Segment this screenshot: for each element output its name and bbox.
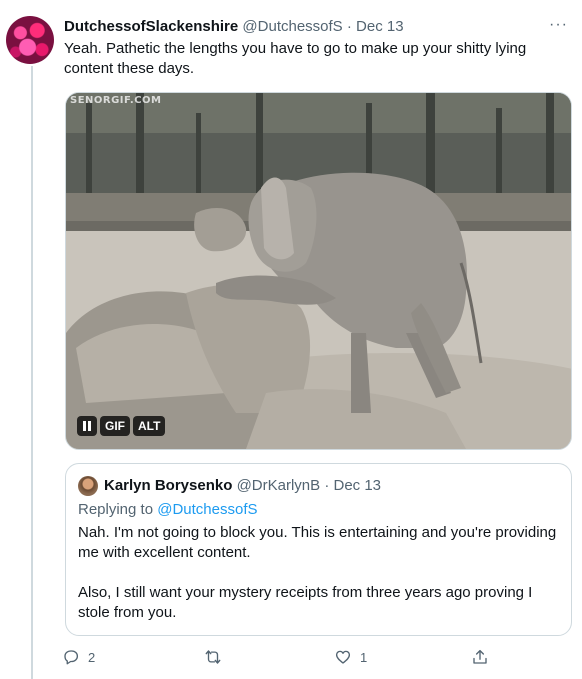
author-avatar[interactable] [6, 16, 54, 64]
quoted-author-handle[interactable]: @DrKarlynB [237, 477, 321, 494]
quoted-paragraph: Nah. I'm not going to block you. This is… [78, 524, 557, 561]
quoted-author-display-name[interactable]: Karlyn Borysenko [104, 477, 232, 494]
reply-button[interactable]: 2 [62, 648, 95, 666]
gif-badge: GIF [100, 416, 130, 436]
tweet-text: Yeah. Pathetic the lengths you have to g… [64, 40, 527, 77]
quoted-header-separator: · [324, 477, 330, 494]
pause-icon[interactable] [77, 416, 97, 436]
tweet-date[interactable]: Dec 13 [356, 18, 404, 35]
reply-count: 2 [88, 649, 96, 665]
author-display-name[interactable]: DutchessofSlackenshire [64, 18, 238, 35]
reply-icon [64, 650, 79, 665]
thread-line [31, 66, 33, 679]
share-icon [473, 649, 487, 664]
retweet-icon [205, 650, 221, 664]
like-button[interactable]: 1 [334, 648, 367, 666]
tweet-header: DutchessofSlackenshire @DutchessofS · De… [64, 17, 562, 37]
replying-to-line: Replying to @DutchessofS [78, 500, 258, 520]
quoted-tweet-date[interactable]: Dec 13 [333, 477, 381, 494]
gif-watermark: SENORGIF.COM [70, 95, 162, 106]
more-options-icon[interactable]: ··· [549, 16, 568, 34]
quoted-tweet[interactable]: Karlyn Borysenko @DrKarlynB · Dec 13 Rep… [65, 463, 572, 636]
replying-to-prefix: Replying to [78, 501, 158, 518]
alt-text-button[interactable]: ALT [133, 416, 166, 436]
elephant-gif-image [66, 93, 571, 449]
share-button[interactable] [471, 648, 497, 666]
like-count: 1 [360, 649, 368, 665]
gif-controls: GIF ALT [77, 416, 166, 436]
tweet-actions-bar: 2 1 [62, 648, 502, 668]
quoted-author-avatar[interactable] [78, 476, 98, 496]
quoted-tweet-text: Nah. I'm not going to block you. This is… [78, 523, 563, 623]
header-separator: · [346, 18, 352, 35]
quoted-paragraph: Also, I still want your mystery receipts… [78, 584, 533, 621]
replying-to-mention[interactable]: @DutchessofS [157, 501, 257, 518]
gif-media[interactable]: SENORGIF.COM GIF ALT [65, 92, 572, 450]
author-handle[interactable]: @DutchessofS [242, 18, 342, 35]
quoted-tweet-header: Karlyn Borysenko @DrKarlynB · Dec 13 [104, 476, 381, 496]
retweet-button[interactable] [204, 648, 230, 666]
heart-icon [335, 650, 351, 664]
